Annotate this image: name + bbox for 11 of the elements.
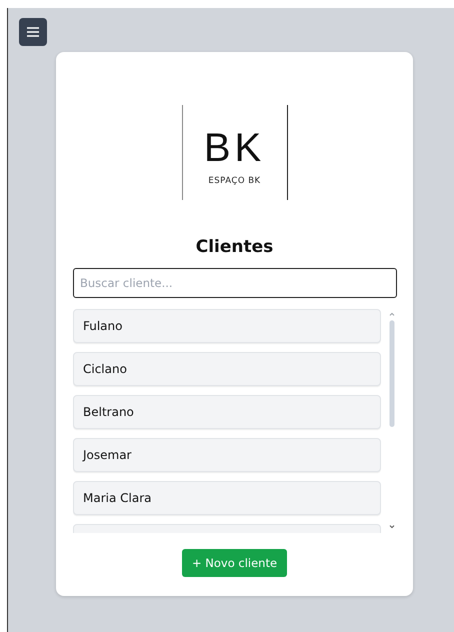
- client-item[interactable]: Maria Clara: [73, 481, 382, 515]
- client-item[interactable]: Fulano: [73, 309, 382, 343]
- logo-mark: BK: [204, 126, 266, 170]
- page-title: Clientes: [194, 236, 274, 258]
- client-item[interactable]: Josemar: [73, 438, 382, 472]
- client-item[interactable]: Ciclano: [73, 352, 382, 386]
- client-item[interactable]: Beltrano: [73, 395, 382, 429]
- menu-button[interactable]: [19, 18, 47, 46]
- logo-name: ESPAÇO BK: [208, 176, 261, 186]
- menu-icon: [27, 27, 39, 37]
- search-field[interactable]: Buscar cliente...: [73, 268, 397, 298]
